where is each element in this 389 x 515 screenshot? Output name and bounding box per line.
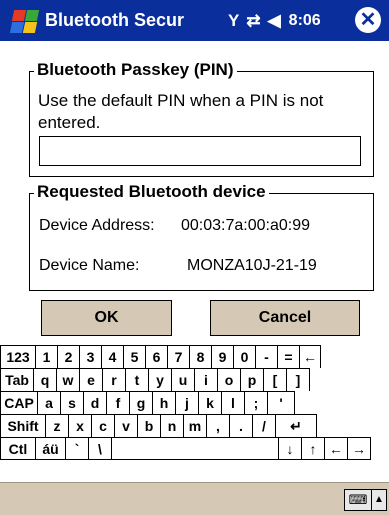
key-r[interactable]: r	[102, 368, 125, 391]
key-right-bracket[interactable]: ]	[286, 368, 310, 391]
key-123[interactable]: 123	[0, 345, 35, 368]
pin-input[interactable]	[39, 136, 361, 166]
key-f[interactable]: f	[106, 391, 129, 414]
key-c[interactable]: c	[91, 414, 114, 437]
key-l[interactable]: l	[221, 391, 244, 414]
key-h[interactable]: h	[152, 391, 175, 414]
device-address-value: 00:03:7a:00:a0:99	[181, 217, 311, 234]
key-2[interactable]: 2	[57, 345, 79, 368]
key-x[interactable]: x	[68, 414, 91, 437]
device-address-label: Device Address:	[39, 217, 155, 234]
device-name-label: Device Name:	[39, 257, 140, 274]
ok-button[interactable]: OK	[41, 300, 172, 336]
device-legend: Requested Bluetooth device	[34, 182, 269, 202]
key-4[interactable]: 4	[101, 345, 123, 368]
key-j[interactable]: j	[175, 391, 198, 414]
key-tab[interactable]: Tab	[0, 368, 33, 391]
device-address-row: Device Address: 00:03:7a:00:a0:99	[39, 217, 310, 235]
keyboard-icon[interactable]: ⌨	[344, 489, 372, 511]
close-button[interactable]: ✕	[355, 7, 381, 33]
cancel-button[interactable]: Cancel	[210, 300, 360, 336]
key-down[interactable]: ↓	[278, 437, 301, 460]
key-e[interactable]: e	[79, 368, 102, 391]
key-right[interactable]: →	[347, 437, 371, 460]
key-backspace[interactable]: ←	[299, 345, 321, 368]
device-name-row: Device Name: MONZA10J-21-19	[39, 257, 317, 275]
start-menu-icon[interactable]	[3, 2, 41, 40]
key-y[interactable]: y	[148, 368, 171, 391]
key-7[interactable]: 7	[167, 345, 189, 368]
key-comma[interactable]: ,	[206, 414, 229, 437]
volume-icon[interactable]: ◀	[268, 11, 281, 31]
key-p[interactable]: p	[240, 368, 263, 391]
device-group: Requested Bluetooth device Device Addres…	[29, 182, 374, 291]
key-semicolon[interactable]: ;	[244, 391, 267, 414]
key-t[interactable]: t	[125, 368, 148, 391]
key-0[interactable]: 0	[233, 345, 255, 368]
key-d[interactable]: d	[83, 391, 106, 414]
key-n[interactable]: n	[160, 414, 183, 437]
key-shift[interactable]: Shift	[0, 414, 45, 437]
key-period[interactable]: .	[229, 414, 252, 437]
connectivity-icon[interactable]: ⇄	[246, 11, 260, 31]
key-minus[interactable]: -	[255, 345, 277, 368]
key-q[interactable]: q	[33, 368, 56, 391]
key-1[interactable]: 1	[35, 345, 57, 368]
key-g[interactable]: g	[129, 391, 152, 414]
soft-keyboard: 123 1 2 3 4 5 6 7 8 9 0 - = ← Tab q w e …	[0, 345, 389, 482]
key-5[interactable]: 5	[123, 345, 145, 368]
signal-icon[interactable]: Y	[228, 11, 239, 31]
keyboard-row-1: 123 1 2 3 4 5 6 7 8 9 0 - = ←	[0, 345, 321, 368]
key-space[interactable]	[111, 437, 278, 460]
key-m[interactable]: m	[183, 414, 206, 437]
keyboard-row-4: Shift z x c v b n m , . / ↵	[0, 414, 317, 437]
menu-bar: ⌨ ▲	[0, 482, 389, 515]
key-v[interactable]: v	[114, 414, 137, 437]
keyboard-row-2: Tab q w e r t y u i o p [ ]	[0, 368, 310, 391]
passkey-legend: Bluetooth Passkey (PIN)	[34, 60, 237, 80]
device-name-value: MONZA10J-21-19	[187, 257, 317, 274]
title-bar: Bluetooth Secur Y ⇄ ◀ 8:06 ✕	[0, 0, 389, 41]
key-k[interactable]: k	[198, 391, 221, 414]
key-3[interactable]: 3	[79, 345, 101, 368]
key-slash[interactable]: /	[252, 414, 275, 437]
key-left[interactable]: ←	[324, 437, 347, 460]
key-up[interactable]: ↑	[301, 437, 324, 460]
key-backslash[interactable]: \	[88, 437, 111, 460]
key-i[interactable]: i	[194, 368, 217, 391]
passkey-description: Use the default PIN when a PIN is not en…	[38, 91, 324, 132]
key-equals[interactable]: =	[277, 345, 299, 368]
key-backtick[interactable]: `	[65, 437, 88, 460]
passkey-group: Bluetooth Passkey (PIN) Use the default …	[29, 60, 374, 177]
key-a[interactable]: a	[37, 391, 60, 414]
key-o[interactable]: o	[217, 368, 240, 391]
key-ctrl[interactable]: Ctl	[0, 437, 35, 460]
key-w[interactable]: w	[56, 368, 79, 391]
keyboard-row-3: CAP a s d f g h j k l ; '	[0, 391, 295, 414]
key-9[interactable]: 9	[211, 345, 233, 368]
clock[interactable]: 8:06	[289, 12, 321, 30]
window-title: Bluetooth Secur	[45, 10, 185, 30]
key-b[interactable]: b	[137, 414, 160, 437]
key-z[interactable]: z	[45, 414, 68, 437]
key-quote[interactable]: '	[267, 391, 295, 414]
key-accents[interactable]: áü	[35, 437, 65, 460]
keyboard-row-5: Ctl áü ` \ ↓ ↑ ← →	[0, 437, 371, 460]
key-enter[interactable]: ↵	[275, 414, 317, 437]
key-u[interactable]: u	[171, 368, 194, 391]
key-6[interactable]: 6	[145, 345, 167, 368]
key-caps[interactable]: CAP	[0, 391, 37, 414]
input-menu-arrow-icon[interactable]: ▲	[371, 489, 387, 511]
key-s[interactable]: s	[60, 391, 83, 414]
key-8[interactable]: 8	[189, 345, 211, 368]
key-left-bracket[interactable]: [	[263, 368, 286, 391]
